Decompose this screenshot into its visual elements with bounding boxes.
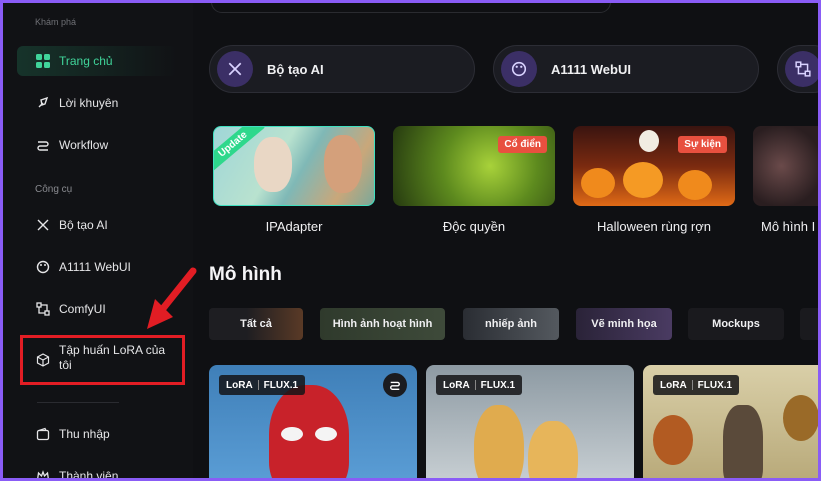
mask-eye-illustration <box>315 427 337 441</box>
skull-illustration <box>639 130 659 152</box>
sidebar: Khám phá Trang chủ Lời khuyên Workflow C… <box>3 3 193 481</box>
crown-icon <box>35 468 51 478</box>
app-window: Khám phá Trang chủ Lời khuyên Workflow C… <box>0 0 821 481</box>
sidebar-item-ai-generator[interactable]: Bộ tạo AI <box>17 210 177 240</box>
portrait-illustration <box>254 137 292 192</box>
sidebar-item-membership[interactable]: Thành viên <box>17 461 177 481</box>
feature-card-halloween[interactable]: Sự kiện <box>573 126 735 206</box>
sidebar-item-label: A1111 WebUI <box>59 260 131 274</box>
palette-icon <box>35 259 51 275</box>
sidebar-section-explore: Khám phá <box>35 17 77 27</box>
search-bar[interactable] <box>211 3 611 13</box>
highlight-box <box>20 335 185 385</box>
sidebar-item-workflow[interactable]: Workflow <box>17 130 177 160</box>
pumpkin-illustration <box>678 170 712 200</box>
rocket-icon <box>35 95 51 111</box>
mask-eye-illustration <box>281 427 303 441</box>
grid-icon <box>35 53 51 69</box>
model-type-tag: LoRA FLUX.1 <box>653 375 740 395</box>
wallet-icon <box>35 426 51 442</box>
sidebar-item-label: ComfyUI <box>59 302 106 316</box>
girl-illustration <box>723 405 763 478</box>
feature-title: IPAdapter <box>265 219 323 234</box>
feature-title: Halloween rùng rợn <box>596 219 712 234</box>
feature-title: Độc quyền <box>442 219 506 234</box>
tool-label: A1111 WebUI <box>551 61 631 77</box>
tool-comfyui[interactable] <box>777 45 818 93</box>
filter-chip-mockups[interactable]: Mockups <box>688 308 784 340</box>
classic-badge: Cổ điển <box>498 136 547 153</box>
sidebar-item-label: Workflow <box>59 138 109 152</box>
nodes-icon <box>35 301 51 317</box>
sidebar-divider <box>37 402 119 403</box>
event-badge: Sự kiện <box>678 136 727 153</box>
tool-a1111-webui[interactable]: A1111 WebUI <box>493 45 759 93</box>
pumpkin-illustration <box>581 168 615 198</box>
model-card[interactable]: LoRA FLUX.1 <box>209 365 417 478</box>
leaf-illustration <box>783 395 818 441</box>
sidebar-item-label: Bộ tạo AI <box>59 218 108 232</box>
sidebar-section-tools: Công cụ <box>35 184 73 195</box>
sparkle-icon <box>35 217 51 233</box>
filter-chip-more[interactable] <box>800 308 818 340</box>
filter-chip-anime[interactable]: Hình ảnh hoạt hình <box>320 308 445 340</box>
feature-card-model[interactable] <box>753 126 818 206</box>
feature-title: Mô hình I <box>761 219 816 234</box>
filter-chip-illustration[interactable]: Vẽ minh họa <box>576 308 672 340</box>
feature-card-exclusive[interactable]: Cổ điển <box>393 126 555 206</box>
peanut-illustration <box>474 405 524 478</box>
section-title: Mô hình <box>209 264 282 285</box>
tool-label: Bộ tạo AI <box>267 61 324 77</box>
sidebar-item-label: Thành viên <box>59 469 119 481</box>
sidebar-item-home[interactable]: Trang chủ <box>17 46 177 76</box>
tool-ai-generator[interactable]: Bộ tạo AI <box>209 45 475 93</box>
nodes-icon <box>785 51 818 87</box>
sidebar-item-label: Trang chủ <box>59 54 113 68</box>
sidebar-item-earnings[interactable]: Thu nhập <box>17 419 177 449</box>
sidebar-item-tips[interactable]: Lời khuyên <box>17 88 177 118</box>
sidebar-item-label: Thu nhập <box>59 427 110 441</box>
main-content: Bộ tạo AI A1111 WebUI Update IPAdapter C… <box>193 3 818 478</box>
peanut-illustration <box>528 421 578 478</box>
model-card[interactable]: LoRA FLUX.1 <box>643 365 818 478</box>
model-card[interactable]: LoRA FLUX.1 <box>426 365 634 478</box>
portrait-illustration <box>324 135 362 193</box>
leaf-illustration <box>653 415 693 465</box>
workflow-icon <box>35 137 51 153</box>
filter-chip-all[interactable]: Tất cả <box>209 308 303 340</box>
sparkle-icon <box>217 51 253 87</box>
feature-card-ipadapter[interactable]: Update <box>213 126 375 206</box>
pumpkin-illustration <box>623 162 663 198</box>
sidebar-item-label: Lời khuyên <box>59 96 119 110</box>
filter-chip-photography[interactable]: nhiếp ảnh <box>463 308 559 340</box>
model-type-tag: LoRA FLUX.1 <box>436 375 523 395</box>
palette-icon <box>501 51 537 87</box>
model-type-tag: LoRA FLUX.1 <box>219 375 306 395</box>
workflow-icon[interactable] <box>383 373 407 397</box>
